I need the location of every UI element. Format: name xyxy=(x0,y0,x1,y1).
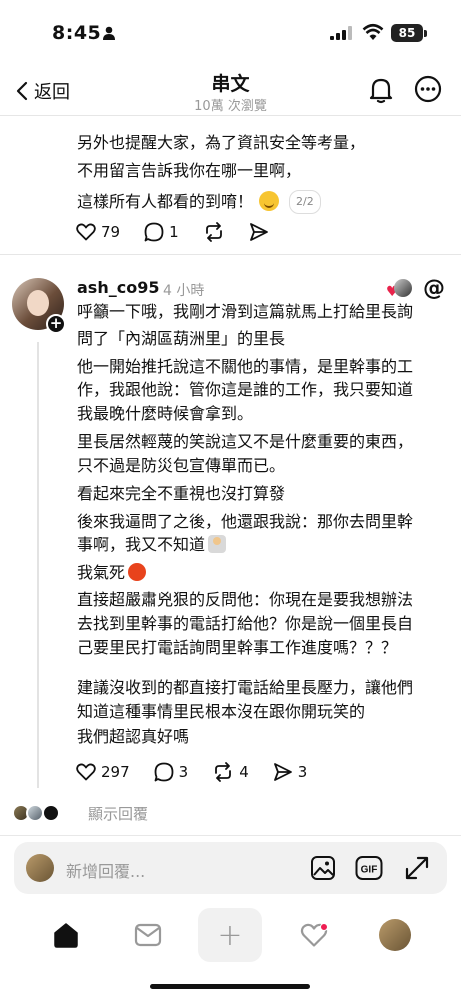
repost-button[interactable]: 4 xyxy=(212,762,249,782)
post-text-line: 我氣死 xyxy=(77,563,147,583)
post-text-line: 己要里民打電話詢問里幹事工作進度嗎？？？ xyxy=(77,638,398,657)
post-text-line: 不用留言告訴我你在哪一里啊， xyxy=(77,161,302,180)
post-text: 我氣死 xyxy=(77,563,126,582)
thread-line xyxy=(37,342,39,788)
post-text-line: 後來我逼問了之後，他還跟我說：那你去問里幹 xyxy=(77,512,414,531)
reply-input[interactable]: 新增回覆... xyxy=(66,858,145,882)
post-text-line: 直接超嚴肅兇狠的反問他：你現在是要我想辦法 xyxy=(77,590,414,609)
post-text: 這樣所有人都看的到唷！ xyxy=(77,192,254,211)
comment-button[interactable]: 3 xyxy=(154,762,189,782)
username[interactable]: ash_co95 xyxy=(77,278,159,297)
comment-icon xyxy=(144,222,164,242)
post-text-line: 只不過是防災包宣傳單而已。 xyxy=(77,456,286,475)
post-text-line: 建議沒收到的都直接打電話給里長壓力，讓他們 xyxy=(77,678,414,697)
wifi-icon xyxy=(362,23,384,40)
more-options-icon[interactable] xyxy=(414,75,442,103)
repost-icon xyxy=(205,222,222,242)
replier-avatars xyxy=(12,802,64,824)
post-actions: 79 1 xyxy=(76,222,293,242)
post-text-line: 知道這種事情里民根本沒在跟你開玩笑的 xyxy=(77,702,366,721)
gif-icon[interactable]: GIF xyxy=(355,855,383,881)
comment-icon xyxy=(154,762,174,782)
share-button[interactable]: 3 xyxy=(273,762,308,782)
share-count: 3 xyxy=(297,763,308,781)
send-icon xyxy=(249,223,268,241)
home-indicator xyxy=(150,984,310,989)
show-replies-button[interactable]: 顯示回覆 xyxy=(12,802,148,824)
post-text-line: 事啊，我又不知道 xyxy=(77,535,227,555)
tab-new-post[interactable]: + xyxy=(198,908,262,962)
person-icon xyxy=(103,26,115,40)
like-count: 79 xyxy=(101,223,121,241)
show-replies-label: 顯示回覆 xyxy=(88,804,149,823)
follow-plus-button[interactable]: + xyxy=(46,314,66,334)
post-text-line: 問了「內湖區葫洲里」的里長 xyxy=(77,329,286,348)
divider xyxy=(0,835,461,836)
threads-logo-icon[interactable]: @ xyxy=(423,276,445,301)
tab-activity[interactable] xyxy=(288,908,340,962)
battery-tip xyxy=(424,30,427,37)
post-text: 事啊，我又不知道 xyxy=(77,535,206,554)
image-icon[interactable] xyxy=(310,855,336,881)
post-time: 4 小時 xyxy=(163,283,205,299)
angry-face-emoji xyxy=(128,563,147,581)
comment-count: 1 xyxy=(169,223,179,241)
status-bar: 8:45 85 xyxy=(0,0,461,68)
reply-post: + ash_co95 4 小時 ♥ @ 呼籲一下哦，我剛才滑到這篇就馬上打給里長… xyxy=(0,256,461,836)
post-text-line: 我們超認真好嗎 xyxy=(77,727,190,746)
heart-icon xyxy=(76,223,96,241)
avatar xyxy=(394,279,412,297)
reply-composer[interactable]: 新增回覆... GIF xyxy=(14,842,447,894)
post-text-line: 里長居然輕蔑的笑說這又不是什麼重要的東西， xyxy=(77,432,414,451)
post-actions: 297 3 4 3 xyxy=(76,762,331,782)
post-text-line: 這樣所有人都看的到唷！ 2/2 xyxy=(77,190,321,214)
tab-home[interactable] xyxy=(40,908,92,962)
post-text-line: 另外也提醒大家，為了資訊安全等考量， xyxy=(77,133,366,152)
post-text-line: 去找到里幹事的電話打給他？你是說一個里長自 xyxy=(77,614,414,633)
author-liked-indicator: ♥ xyxy=(386,278,414,300)
svg-text:GIF: GIF xyxy=(361,865,378,876)
previous-post: 另外也提醒大家，為了資訊安全等考量， 不用留言告訴我你在哪一里啊， 這樣所有人都… xyxy=(0,116,461,255)
like-count: 297 xyxy=(101,763,130,781)
battery-icon: 85 xyxy=(391,24,423,42)
like-button[interactable]: 297 xyxy=(76,763,130,781)
like-button[interactable]: 79 xyxy=(76,223,120,241)
comment-button[interactable]: 1 xyxy=(144,222,179,242)
post-text-line: 呼籲一下哦，我剛才滑到這篇就馬上打給里長詢 xyxy=(77,302,414,321)
repost-icon xyxy=(215,762,232,782)
shrug-emoji xyxy=(208,535,227,553)
post-text-line: 我最晚什麼時候會拿到。 xyxy=(77,404,254,423)
mail-icon xyxy=(134,923,162,947)
share-button[interactable] xyxy=(249,222,269,242)
arrow-down-icon xyxy=(42,804,60,822)
avatar xyxy=(26,854,54,882)
post-text-line: 他一開始推托說這不關他的事情，是里幹事的工 xyxy=(77,357,414,376)
send-icon xyxy=(273,763,292,781)
tab-profile-avatar[interactable] xyxy=(379,919,411,951)
plus-icon: + xyxy=(217,917,243,953)
repost-count: 4 xyxy=(239,763,249,781)
post-text-line: 看起來完全不重視也沒打算發 xyxy=(77,484,286,503)
repost-button[interactable] xyxy=(203,222,225,242)
tab-messages[interactable] xyxy=(122,908,174,962)
home-icon xyxy=(54,923,78,948)
notification-dot xyxy=(320,923,328,931)
battery-level: 85 xyxy=(398,26,416,40)
nav-header: 返回 串文 10萬 次瀏覽 xyxy=(0,64,461,116)
salute-face-emoji xyxy=(259,191,280,211)
expand-icon[interactable] xyxy=(404,855,430,881)
post-text-line: 作，我跟他說：管你這是誰的工作，我只要知道 xyxy=(77,380,414,399)
status-time: 8:45 xyxy=(52,22,102,44)
heart-icon xyxy=(76,763,96,781)
tab-bar: + xyxy=(0,908,461,964)
bell-icon[interactable] xyxy=(368,76,394,104)
comment-count: 3 xyxy=(178,763,189,781)
page-indicator: 2/2 xyxy=(289,190,321,214)
cellular-signal-icon xyxy=(330,26,352,40)
